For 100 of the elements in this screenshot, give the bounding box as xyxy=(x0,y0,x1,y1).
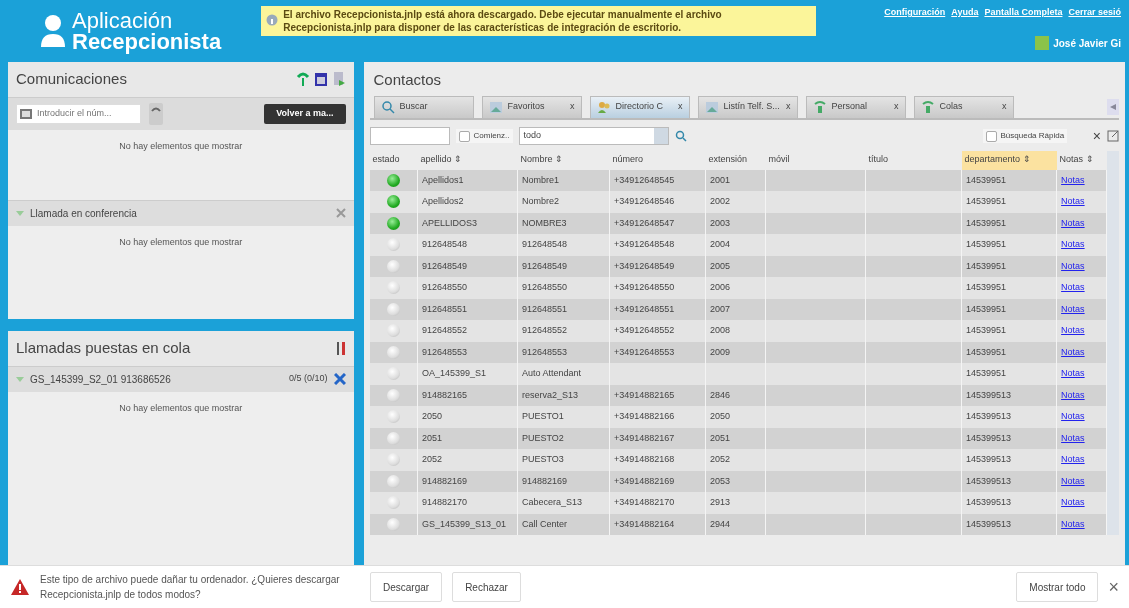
table-cell: 14539951 xyxy=(966,303,1007,314)
table-cell: 912648552 xyxy=(422,325,468,335)
table-cell: OA_145399_S1 xyxy=(422,368,487,378)
table-cell: +34912648550 xyxy=(614,282,675,292)
table-cell: 912648553 xyxy=(422,346,468,357)
table-cell: 14539951 xyxy=(966,325,1007,335)
checkbox[interactable]: Comienz.. xyxy=(455,129,513,143)
scroll-tabs-icon[interactable] xyxy=(1107,98,1119,115)
table-cell: PUESTO2 xyxy=(522,432,564,443)
tab-close[interactable]: x xyxy=(678,100,683,114)
table-cell: 912648549 xyxy=(522,260,568,271)
table-cell: +34914882170 xyxy=(614,497,675,507)
table-cell: 912648551 xyxy=(522,303,568,314)
table-cell: 912648553 xyxy=(522,346,568,357)
table-cell: 912648548 xyxy=(522,239,568,249)
table-cell: 14539951 xyxy=(966,282,1007,292)
tab-close[interactable]: x xyxy=(570,100,575,114)
table-cell: +34912648547 xyxy=(614,217,675,228)
table-cell: +34914882164 xyxy=(614,518,675,529)
table-cell: 2053 xyxy=(710,475,731,486)
table-cell: 912648552 xyxy=(522,325,568,335)
tab[interactable]: Favoritos x xyxy=(481,95,582,118)
export-icon[interactable] xyxy=(1107,130,1119,142)
table-cell: reserva2_S13 xyxy=(522,389,579,400)
table-cell: Nombre1 xyxy=(522,174,560,185)
calendar-icon[interactable] xyxy=(313,71,328,88)
table-cell: +34914882167 xyxy=(614,432,675,443)
table-cell: 145399513 xyxy=(966,432,1012,443)
table-cell: +34912648546 xyxy=(614,196,675,206)
table-cell: 2004 xyxy=(710,239,731,249)
search-icon xyxy=(380,100,395,114)
column-header[interactable]: Notas ⇕ xyxy=(1056,150,1107,170)
warning-icon xyxy=(10,578,30,596)
picture-frame-icon xyxy=(704,100,719,114)
panel-title: Contactos xyxy=(372,70,443,90)
tab[interactable]: Listín Telf. S... x xyxy=(697,95,798,118)
table-cell: 2052 xyxy=(710,454,731,464)
table-cell: APELLIDOS3 xyxy=(422,217,478,228)
user-name: José Javier Gi xyxy=(1053,36,1121,51)
table-cell: 145399513 xyxy=(966,389,1012,400)
scrollbar[interactable] xyxy=(1107,150,1119,535)
table-cell: +34914882168 xyxy=(614,454,675,464)
tools-icon[interactable] xyxy=(335,340,346,356)
table-cell: 2008 xyxy=(710,325,731,335)
table-cell: 912648551 xyxy=(422,303,468,314)
download-button[interactable]: Descargar xyxy=(370,572,443,602)
scope-dropdown[interactable]: todo xyxy=(518,127,669,145)
warning-message: Este tipo de archivo puede dañar tu ordenador. ¿Quieres descargar Recepcionista.jnlp de todos modos? xyxy=(40,573,341,602)
tab[interactable]: Directorio C x xyxy=(589,95,690,118)
tab[interactable]: Colas x xyxy=(913,95,1014,118)
search-field[interactable] xyxy=(369,127,450,145)
table-cell: 2006 xyxy=(710,282,731,292)
user-logo-icon xyxy=(40,14,66,48)
close-button[interactable]: × xyxy=(1108,573,1119,601)
info-icon xyxy=(266,14,279,26)
table-cell: 145399513 xyxy=(966,497,1012,507)
number-input[interactable]: Introducir el núm... xyxy=(35,105,135,122)
checkbox[interactable]: Búsqueda Rápida xyxy=(982,129,1068,143)
empty-message: No hay elementos que mostrar xyxy=(118,401,244,415)
table-cell: 912648550 xyxy=(522,282,568,292)
phone-icon[interactable] xyxy=(149,102,163,125)
search-icon[interactable] xyxy=(674,130,687,142)
table-cell: 145399513 xyxy=(966,518,1012,529)
table-cell: 145399513 xyxy=(966,454,1012,464)
table-cell: 912648550 xyxy=(422,282,468,292)
table-cell: 145399513 xyxy=(966,411,1012,421)
table-cell: 2944 xyxy=(710,518,731,529)
tab[interactable]: Personal x xyxy=(805,95,906,118)
download-button[interactable]: Rechazar xyxy=(452,572,521,602)
app-name: Aplicación xyxy=(72,10,174,31)
table-cell: 2005 xyxy=(710,260,731,271)
table-cell: 2051 xyxy=(710,432,731,443)
table-cell: +34914882166 xyxy=(614,411,675,421)
return-button[interactable]: Volver a ma... xyxy=(264,103,346,124)
tab-close[interactable]: x xyxy=(1002,100,1007,114)
phone-icon xyxy=(920,100,935,114)
table-cell: +34914882165 xyxy=(614,389,675,400)
table-cell: Auto Attendant xyxy=(522,368,582,378)
column-header[interactable]: departamento ⇕ xyxy=(961,150,1057,170)
queue-count: 0/5 (0/10) xyxy=(288,372,328,386)
empty-message: No hay elementos que mostrar xyxy=(118,235,244,249)
table-cell: Apellidos2 xyxy=(422,196,464,206)
table-cell: 14539951 xyxy=(966,196,1007,206)
table-cell: 914882169 xyxy=(422,475,468,486)
table-cell: PUESTO1 xyxy=(522,411,564,421)
tab[interactable]: Buscar xyxy=(373,95,474,118)
clear-button[interactable]: × xyxy=(1092,125,1101,147)
column-header[interactable]: título xyxy=(865,150,962,170)
table-cell: Nombre2 xyxy=(522,196,560,206)
show-all-button[interactable]: Mostrar todo xyxy=(1016,572,1099,602)
number-field[interactable]: Introducir el núm... xyxy=(16,103,141,124)
tab-close[interactable]: x xyxy=(894,100,899,114)
table-cell: NOMBRE3 xyxy=(522,217,567,228)
table-cell: +34912648545 xyxy=(614,174,675,185)
panel-title: Comunicaciones xyxy=(16,69,127,89)
close-icon[interactable] xyxy=(333,373,346,385)
table-cell: 14539951 xyxy=(966,217,1007,228)
close-icon[interactable] xyxy=(335,208,346,218)
table-cell: Apellidos1 xyxy=(422,174,464,185)
tab-close[interactable]: x xyxy=(786,100,791,114)
